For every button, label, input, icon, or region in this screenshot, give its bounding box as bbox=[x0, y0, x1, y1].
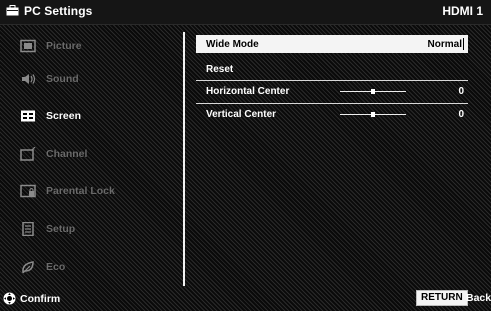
sidebar-item-sound[interactable]: Sound bbox=[20, 69, 175, 89]
sidebar-item-label: Sound bbox=[46, 73, 79, 85]
tv-menu-screen: PC Settings HDMI 1 Picture Sound Screen … bbox=[0, 0, 491, 311]
reset-label: Reset bbox=[206, 63, 234, 75]
horizontal-center-slider[interactable] bbox=[340, 89, 406, 94]
sidebar-item-picture[interactable]: Picture bbox=[20, 36, 175, 56]
setup-icon bbox=[22, 222, 34, 236]
sidebar-item-channel[interactable]: Channel bbox=[20, 144, 175, 164]
sidebar-item-label: Setup bbox=[46, 223, 76, 235]
wide-mode-label: Wide Mode bbox=[206, 38, 259, 50]
vertical-center-slider[interactable] bbox=[340, 112, 406, 117]
back-label: Back bbox=[466, 292, 491, 304]
sidebar-item-eco[interactable]: Eco bbox=[20, 257, 175, 277]
horizontal-center-label: Horizontal Center bbox=[206, 85, 290, 97]
reset-row[interactable]: Reset bbox=[196, 60, 468, 78]
lock-icon bbox=[20, 184, 36, 198]
confirm-label: Confirm bbox=[20, 293, 61, 305]
sidebar-item-parental-lock[interactable]: Parental Lock bbox=[20, 181, 175, 201]
vertical-divider bbox=[183, 32, 185, 286]
horizontal-center-value: 0 bbox=[458, 85, 464, 97]
vertical-center-label: Vertical Center bbox=[206, 108, 277, 120]
sidebar-item-label: Eco bbox=[46, 261, 66, 273]
footer-bar: Confirm RETURN Back bbox=[0, 287, 491, 311]
channel-icon bbox=[20, 147, 36, 161]
horizontal-center-knob[interactable] bbox=[371, 89, 375, 94]
speaker-icon bbox=[22, 74, 36, 84]
header-title: PC Settings bbox=[24, 4, 93, 18]
briefcase-icon bbox=[6, 5, 19, 16]
wide-mode-value: Normal bbox=[427, 38, 462, 50]
vertical-center-row[interactable]: Vertical Center 0 bbox=[196, 105, 468, 123]
vertical-center-value: 0 bbox=[458, 108, 464, 120]
input-source-label: HDMI 1 bbox=[442, 4, 483, 18]
eco-leaf-icon bbox=[22, 261, 34, 274]
return-button[interactable]: RETURN bbox=[416, 290, 468, 306]
screen-icon bbox=[21, 110, 35, 122]
sidebar-item-label: Screen bbox=[46, 110, 82, 122]
confirm-button-icon[interactable] bbox=[3, 292, 16, 305]
horizontal-center-row[interactable]: Horizontal Center 0 bbox=[196, 82, 468, 100]
sidebar-item-label: Parental Lock bbox=[46, 185, 115, 197]
sidebar: Picture Sound Screen Channel Parental Lo… bbox=[0, 26, 182, 284]
sidebar-item-label: Picture bbox=[46, 40, 82, 52]
vertical-center-knob[interactable] bbox=[371, 112, 375, 117]
selection-cursor bbox=[463, 38, 464, 50]
row-separator bbox=[196, 80, 468, 81]
sidebar-item-screen[interactable]: Screen bbox=[20, 106, 175, 126]
row-separator bbox=[196, 103, 468, 104]
wide-mode-row[interactable]: Wide Mode Normal bbox=[196, 35, 468, 53]
sidebar-item-setup[interactable]: Setup bbox=[20, 219, 175, 239]
picture-icon bbox=[20, 39, 36, 53]
sidebar-item-label: Channel bbox=[46, 148, 88, 160]
header-bar: PC Settings HDMI 1 bbox=[0, 0, 491, 25]
